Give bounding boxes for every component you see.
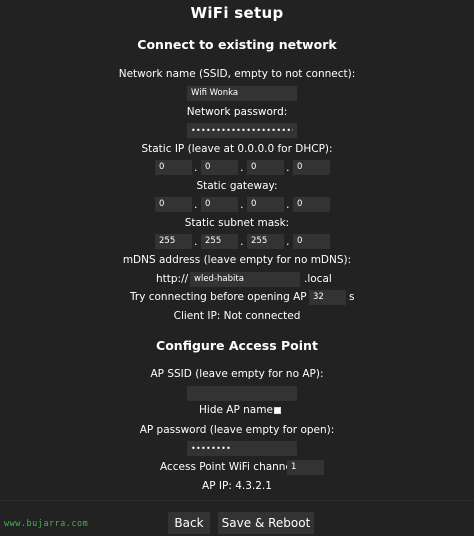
mdns-suffix: .local [304,273,332,285]
hide-ap-checkbox[interactable] [274,407,281,414]
gateway-octet-1[interactable] [155,197,192,212]
ip-separator: . [240,235,244,248]
gateway-label: Static gateway: [196,180,278,192]
gateway-octet-3[interactable] [247,197,284,212]
ap-ssid-label: AP SSID (leave empty for no AP): [150,368,324,380]
watermark: www.bujarra.com [4,519,89,529]
subnet-octet-4[interactable] [293,234,330,249]
client-ip-status: Client IP: Not connected [173,310,301,322]
static-ip-octet-1[interactable] [155,160,192,175]
ip-separator: . [240,198,244,211]
page-title: WiFi setup [190,4,284,22]
ip-separator: . [286,235,290,248]
ap-password-input[interactable] [187,441,297,456]
mdns-input[interactable] [190,272,300,287]
ssid-label: Network name (SSID, empty to not connect… [118,68,356,80]
subnet-octet-1[interactable] [155,234,192,249]
save-reboot-button[interactable]: Save & Reboot [218,512,314,534]
gateway-octet-4[interactable] [293,197,330,212]
static-ip-octet-3[interactable] [247,160,284,175]
subnet-octet-2[interactable] [201,234,238,249]
ap-section-heading: Configure Access Point [156,338,318,353]
back-button[interactable]: Back [168,512,210,534]
ap-channel-label: Access Point WiFi channel: [160,461,299,473]
password-input[interactable] [187,123,297,138]
wifi-setup-page: WiFi setup Connect to existing network N… [0,0,474,536]
ap-ssid-input[interactable] [187,386,297,401]
ip-separator: . [194,235,198,248]
gateway-octet-2[interactable] [201,197,238,212]
mdns-label: mDNS address (leave empty for no mDNS): [122,254,352,266]
subnet-octet-3[interactable] [247,234,284,249]
subnet-label: Static subnet mask: [184,217,290,229]
ap-channel-input[interactable] [287,460,324,475]
ip-separator: . [286,161,290,174]
footer-divider [0,500,474,501]
static-ip-octet-4[interactable] [293,160,330,175]
ip-separator: . [194,161,198,174]
ip-separator: . [240,161,244,174]
connect-section-heading: Connect to existing network [137,37,337,52]
ap-password-label: AP password (leave empty for open): [139,424,335,436]
password-label: Network password: [186,106,288,118]
mdns-prefix: http:// [156,273,189,285]
static-ip-octet-2[interactable] [201,160,238,175]
static-ip-label: Static IP (leave at 0.0.0.0 for DHCP): [141,143,333,155]
hide-ap-label: Hide AP name: [199,404,277,416]
ip-separator: . [194,198,198,211]
ap-timeout-unit: s [349,291,355,303]
ip-separator: . [286,198,290,211]
ssid-input[interactable] [187,86,297,101]
ap-timeout-label: Try connecting before opening AP for: [130,291,328,303]
ap-ip-status: AP IP: 4.3.2.1 [202,480,272,492]
ap-timeout-input[interactable] [309,290,346,305]
